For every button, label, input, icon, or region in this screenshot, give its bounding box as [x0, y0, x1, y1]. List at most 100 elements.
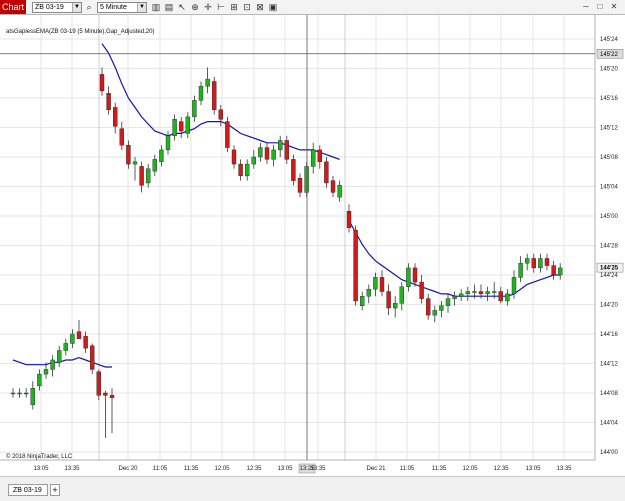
indicator-icon[interactable]: ⊞ [228, 1, 240, 13]
tab-instrument[interactable]: ZB 03-19 [8, 484, 48, 496]
x-tick-label: 13:05 [277, 466, 293, 472]
candle-up [439, 305, 444, 311]
last-price-label: 144'25 [600, 266, 619, 272]
minimize-icon[interactable]: ─ [580, 1, 592, 13]
crosshair-price-label: 145'22 [600, 52, 618, 58]
y-tick-label: 144'08 [600, 391, 618, 397]
copyright-label: © 2018 NinjaTrader, LLC [6, 453, 73, 460]
x-tick-label: Dec 20 [118, 466, 138, 472]
candle-up [278, 140, 283, 151]
candle-down [544, 258, 550, 266]
candle-down [76, 331, 82, 339]
candle-down [551, 265, 556, 276]
candle-up [57, 350, 62, 363]
y-tick-label: 144'00 [600, 450, 618, 456]
x-tick-label: 12:35 [493, 466, 509, 472]
candle-up [337, 185, 342, 198]
indicator-label: atsGaplessEMA(ZB 03-19 (5 Minute),Gap_Ad… [6, 29, 154, 35]
candle-up [70, 333, 75, 344]
candle-down [112, 107, 118, 127]
chart-panel[interactable]: 145'24 145'20 145'16 145'12 145'08 145'04 145'… [0, 15, 625, 476]
x-tick-label: 13:35 [310, 466, 326, 472]
add-tab-button[interactable]: + [50, 484, 60, 496]
candle-down [498, 291, 503, 302]
y-tick-label: 145'20 [600, 67, 618, 73]
pointer-icon[interactable]: ↖ [176, 1, 188, 13]
candle-up [63, 343, 68, 351]
candle-up [445, 298, 451, 306]
interval-selector[interactable]: 5 Minute ▼ [97, 2, 147, 13]
candle-up [271, 149, 276, 160]
candle-up [244, 163, 250, 177]
y-tick-label: 145'24 [600, 37, 618, 43]
candle-up [492, 291, 497, 293]
candle-up [393, 303, 398, 309]
candle-up [165, 135, 171, 151]
candle-down [109, 395, 115, 398]
candle-down [238, 163, 243, 177]
x-tick-label: 11:35 [184, 466, 199, 472]
candle-up [505, 293, 510, 302]
candle-up [145, 168, 151, 184]
candle-down [89, 345, 95, 370]
templates-icon[interactable]: ▣ [267, 1, 279, 13]
x-tick-label: 13:35 [64, 466, 80, 472]
candle-up [30, 388, 35, 405]
instrument-selector[interactable]: ZB 03-19 ▼ [32, 2, 82, 13]
chart-toolbar: Chart ZB 03-19 ▼ ⌕ 5 Minute ▼ ▥ ▤ ↖ ⊕ ✛ … [0, 0, 625, 15]
candle-down [330, 180, 336, 193]
x-tick-label: 13:05 [525, 466, 541, 472]
candle-up [360, 296, 365, 306]
maximize-icon[interactable]: □ [594, 1, 606, 13]
candle-down [218, 109, 224, 120]
search-icon[interactable]: ⌕ [83, 1, 95, 13]
candle-down [284, 140, 289, 160]
bar-chart-icon[interactable]: ▥ [150, 1, 162, 13]
x-axis-labels: 13:05 13:35 Dec 20 11:05 11:35 12:05 12:35 13:0… [33, 463, 572, 474]
instrument-value: ZB 03-19 [35, 4, 64, 11]
candle-up [406, 267, 411, 287]
price-chart[interactable]: 145'24 145'20 145'16 145'12 145'08 145'04 145'… [0, 15, 625, 476]
candle-up [205, 78, 210, 87]
candle-up [185, 116, 191, 134]
chart-style-icon[interactable]: ▤ [163, 1, 175, 13]
close-icon[interactable]: ✕ [608, 1, 620, 13]
x-tick-label: 11:05 [400, 466, 415, 472]
candle-up [311, 149, 316, 167]
candle-up [485, 291, 490, 295]
chevron-down-icon: ▼ [72, 3, 81, 12]
candle-down [478, 291, 484, 295]
candle-down [353, 229, 358, 302]
x-tick-label: 12:35 [246, 466, 262, 472]
y-tick-label: 144'12 [600, 362, 618, 368]
candle-up [511, 277, 517, 295]
candle-up [17, 392, 22, 395]
candle-up [366, 288, 371, 297]
candle-down [126, 144, 131, 165]
crosshair-icon[interactable]: ✛ [202, 1, 214, 13]
y-tick-label: 144'24 [600, 273, 618, 279]
strategy-icon[interactable]: ⊠ [254, 1, 266, 13]
candle-up [452, 296, 457, 299]
candle-down [96, 371, 102, 396]
candle-up [10, 392, 16, 395]
candle-up [399, 286, 404, 304]
candle-up [472, 291, 477, 293]
candle-down [412, 267, 418, 283]
properties-icon[interactable]: ⊡ [241, 1, 253, 13]
candle-down [531, 258, 536, 269]
candle-up [50, 359, 55, 370]
y-tick-label: 144'20 [600, 303, 618, 309]
candle-down [386, 291, 391, 309]
candle-up [258, 147, 263, 158]
ema-lines [12, 43, 561, 368]
candle-up [465, 291, 470, 295]
x-tick-label: Dec 21 [366, 466, 386, 472]
draw-tool-icon[interactable]: ⊢ [215, 1, 227, 13]
y-tick-label: 145'08 [600, 155, 618, 161]
zoom-in-icon[interactable]: ⊕ [189, 1, 201, 13]
candle-down [346, 211, 352, 228]
candle-up [459, 293, 464, 297]
candle-up [24, 392, 29, 395]
chart-title-tab[interactable]: Chart [0, 0, 26, 14]
